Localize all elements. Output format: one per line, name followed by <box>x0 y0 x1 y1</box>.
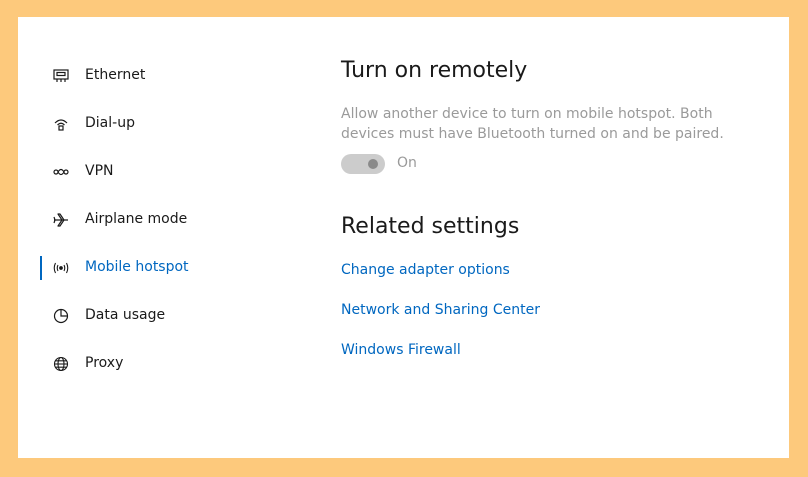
nav-label: Data usage <box>85 307 166 323</box>
vpn-icon <box>52 164 70 180</box>
change-adapter-options-link[interactable]: Change adapter options <box>341 262 510 278</box>
toggle-knob <box>368 159 378 169</box>
toggle-state-label: On <box>397 155 417 171</box>
remote-description: Allow another device to turn on mobile h… <box>341 106 724 142</box>
dial-up-icon <box>52 116 70 132</box>
windows-firewall-link[interactable]: Windows Firewall <box>341 342 461 358</box>
remote-toggle-switch[interactable] <box>341 154 385 174</box>
settings-window: Ethernet Dial-up VPN Airplane mode Mobil… <box>18 17 789 458</box>
nav-item-airplane-mode[interactable]: Airplane mode <box>18 204 308 236</box>
selection-indicator <box>40 256 42 280</box>
nav-label: Ethernet <box>85 67 146 83</box>
globe-icon <box>52 356 70 372</box>
ethernet-icon <box>52 68 70 84</box>
network-sharing-center-link[interactable]: Network and Sharing Center <box>341 302 540 318</box>
airplane-icon <box>52 212 70 228</box>
nav-item-ethernet[interactable]: Ethernet <box>18 60 308 92</box>
nav-item-mobile-hotspot[interactable]: Mobile hotspot <box>18 252 308 284</box>
nav-item-dial-up[interactable]: Dial-up <box>18 108 308 140</box>
settings-nav: Ethernet Dial-up VPN Airplane mode Mobil… <box>18 17 318 458</box>
nav-label: VPN <box>85 163 114 179</box>
nav-item-data-usage[interactable]: Data usage <box>18 300 308 332</box>
data-usage-icon <box>52 308 70 324</box>
nav-label: Mobile hotspot <box>85 259 189 275</box>
related-settings-heading: Related settings <box>341 214 520 239</box>
turn-on-remotely-heading: Turn on remotely <box>341 58 528 83</box>
nav-item-vpn[interactable]: VPN <box>18 156 308 188</box>
nav-item-proxy[interactable]: Proxy <box>18 348 308 380</box>
nav-label: Proxy <box>85 355 124 371</box>
nav-label: Airplane mode <box>85 211 188 227</box>
mobile-hotspot-icon <box>52 260 70 276</box>
nav-label: Dial-up <box>85 115 135 131</box>
